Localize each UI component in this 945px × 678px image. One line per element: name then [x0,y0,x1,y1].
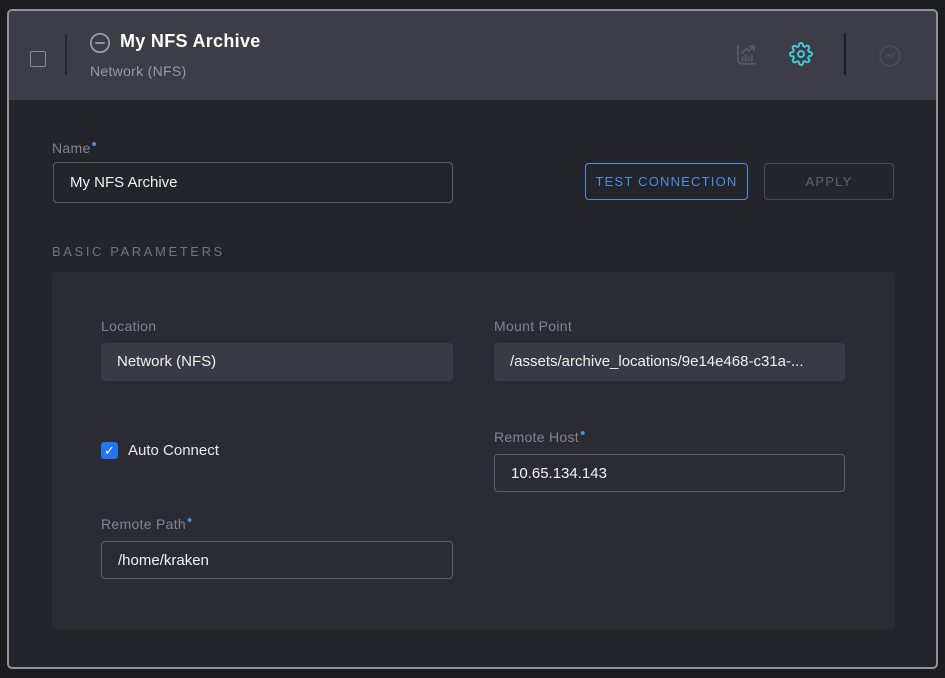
chart-icon[interactable] [732,41,760,69]
basic-parameters-heading: BASIC PARAMETERS [52,244,225,259]
archive-card: My NFS Archive Network (NFS) [7,9,938,669]
name-label: Name• [52,140,97,156]
auto-connect-checkbox[interactable]: ✓ [101,442,118,459]
location-value: Network (NFS) [101,343,453,381]
test-connection-button[interactable]: TEST CONNECTION [585,163,748,200]
location-label: Location [101,318,156,334]
basic-parameters-panel: Location Network (NFS) Mount Point /asse… [52,272,895,629]
activity-pulse-icon[interactable] [878,44,902,68]
required-marker: • [580,425,586,442]
settings-gear-icon[interactable] [789,42,813,66]
screen: My NFS Archive Network (NFS) [0,0,945,678]
name-input[interactable] [53,162,453,203]
required-marker: • [187,512,193,529]
remote-host-label: Remote Host• [494,429,586,445]
archive-title: My NFS Archive [120,31,261,52]
checkmark-icon: ✓ [104,443,115,458]
collapse-minus-icon[interactable] [89,32,111,54]
remote-host-input[interactable] [494,454,845,492]
remote-path-input[interactable] [101,541,453,579]
remote-path-label: Remote Path• [101,516,193,532]
apply-button[interactable]: APPLY [764,163,894,200]
required-marker: • [92,136,98,153]
mount-point-value: /assets/archive_locations/9e14e468-c31a-… [494,343,845,381]
header-actions-divider [844,33,846,75]
card-header: My NFS Archive Network (NFS) [9,11,936,100]
archive-subtitle: Network (NFS) [90,63,186,79]
auto-connect-label: Auto Connect [128,442,219,459]
select-checkbox[interactable] [30,51,46,67]
mount-point-label: Mount Point [494,318,572,334]
header-divider [65,34,67,75]
